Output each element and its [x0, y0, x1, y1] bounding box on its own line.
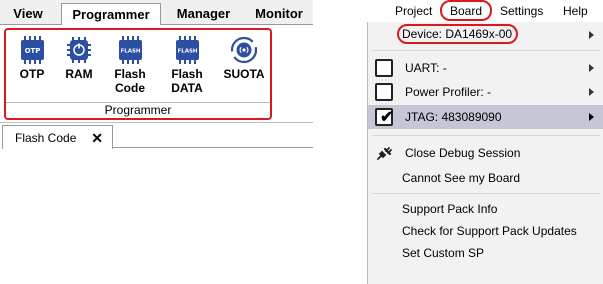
otp-chip-text: OTP — [25, 47, 41, 55]
otp-chip-icon: OTP — [21, 36, 44, 64]
submenu-arrow-icon — [589, 113, 594, 121]
tab-flash-code-label: Flash Code — [15, 131, 77, 145]
flash-code-button[interactable]: FLASH Flash Code — [105, 36, 155, 95]
menu-item-support-pack-info[interactable]: Support Pack Info — [368, 199, 603, 219]
device-label: Device: DA1469x-00 — [402, 27, 513, 41]
menu-item-uart[interactable]: UART: - — [368, 56, 603, 80]
flash-data-label-line2: DATA — [171, 81, 203, 95]
menu-separator — [372, 50, 600, 51]
menu-item-jtag[interactable]: ✔ JTAG: 483089090 — [368, 105, 603, 129]
tab-manager[interactable]: Manager — [166, 3, 241, 25]
flash-data-button[interactable]: FLASH Flash DATA — [161, 36, 213, 95]
close-icon[interactable]: ✕ — [91, 126, 103, 150]
ram-button[interactable]: RAM — [59, 36, 99, 81]
menu-project[interactable]: Project — [395, 3, 432, 19]
menu-help[interactable]: Help — [563, 3, 588, 19]
programmer-group: OTP OTP RAM FLASH Flash Code FLASH Flash… — [4, 28, 272, 120]
flash-code-label-line2: Code — [115, 81, 145, 95]
jtag-checkbox[interactable]: ✔ — [375, 108, 393, 126]
otp-button[interactable]: OTP OTP — [12, 36, 52, 81]
menu-settings[interactable]: Settings — [500, 3, 543, 19]
menu-item-device[interactable]: Device: DA1469x-00 — [368, 23, 603, 45]
tab-monitor[interactable]: Monitor — [248, 3, 310, 25]
menu-item-power-profiler[interactable]: Power Profiler: - — [368, 80, 603, 104]
uart-checkbox[interactable] — [375, 59, 393, 77]
suota-wireless-icon — [231, 36, 257, 64]
power-profiler-label: Power Profiler: - — [405, 85, 492, 99]
board-menu-dropdown: Device: DA1469x-00 UART: - Power Profile… — [367, 22, 603, 284]
ram-chip-icon — [67, 37, 91, 63]
disconnect-plug-icon — [377, 147, 392, 160]
menu-item-cannot-see-board[interactable]: Cannot See my Board — [368, 168, 603, 188]
ram-label: RAM — [65, 67, 93, 81]
power-profiler-checkbox[interactable] — [375, 83, 393, 101]
menu-bar: Project Board Settings Help — [367, 0, 603, 22]
flash-code-label-line1: Flash — [114, 67, 146, 81]
menu-separator — [372, 193, 600, 194]
cannot-see-board-label: Cannot See my Board — [402, 171, 521, 185]
menu-separator — [372, 135, 600, 136]
menu-item-check-support-pack-updates[interactable]: Check for Support Pack Updates — [368, 221, 603, 241]
menu-item-close-debug-session[interactable]: Close Debug Session — [368, 143, 603, 163]
programmer-group-label: Programmer — [6, 102, 270, 118]
submenu-arrow-icon — [589, 64, 594, 72]
flash-chip-icon: FLASH — [176, 36, 199, 64]
submenu-arrow-icon — [589, 88, 594, 96]
flash-chip-text: FLASH — [120, 49, 140, 55]
support-pack-info-label: Support Pack Info — [402, 202, 498, 216]
tab-programmer[interactable]: Programmer — [61, 3, 161, 26]
tab-flash-code[interactable]: Flash Code ✕ — [2, 125, 113, 149]
set-custom-sp-label: Set Custom SP — [402, 246, 485, 260]
checkmark-icon: ✔ — [380, 109, 394, 126]
submenu-arrow-icon — [589, 31, 594, 39]
ribbon-tab-bar: View Programmer Manager Monitor — [0, 0, 313, 26]
suota-label: SUOTA — [223, 67, 265, 81]
flash-chip-text: FLASH — [177, 49, 197, 55]
document-tab-bar: Flash Code ✕ — [0, 124, 313, 149]
ribbon-panel: OTP OTP RAM FLASH Flash Code FLASH Flash… — [0, 25, 313, 123]
suota-button[interactable]: SUOTA — [219, 36, 269, 81]
jtag-label: JTAG: 483089090 — [405, 110, 502, 124]
otp-label: OTP — [19, 67, 45, 81]
flash-data-label-line1: Flash — [171, 67, 203, 81]
flash-chip-icon: FLASH — [119, 36, 142, 64]
menu-board[interactable]: Board — [440, 0, 492, 21]
tab-view[interactable]: View — [4, 3, 52, 25]
tab-divider — [113, 147, 313, 148]
uart-label: UART: - — [405, 61, 447, 75]
close-debug-session-label: Close Debug Session — [405, 146, 521, 160]
menu-item-set-custom-sp[interactable]: Set Custom SP — [368, 243, 603, 263]
check-support-pack-updates-label: Check for Support Pack Updates — [402, 224, 577, 238]
